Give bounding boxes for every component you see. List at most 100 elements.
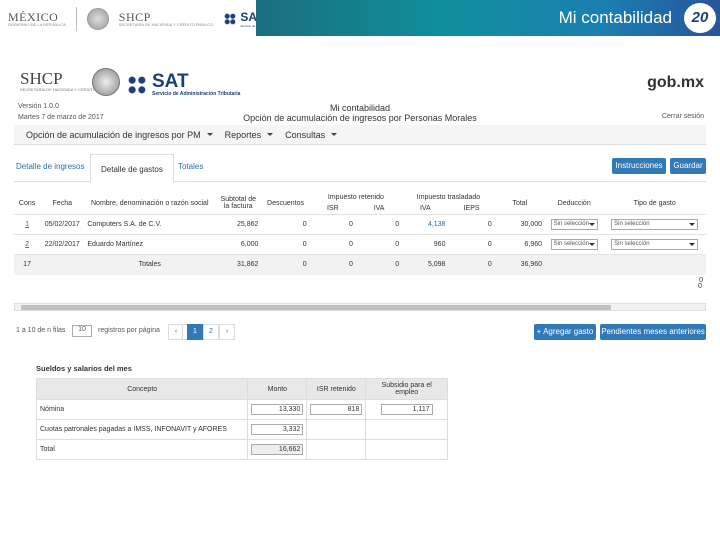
cell-total: 6,960	[524, 241, 543, 248]
cell-ieps-total: 0	[487, 261, 492, 269]
scrollbar-thumb[interactable]	[21, 305, 611, 310]
page-size-select[interactable]: 10	[72, 325, 92, 337]
cell-subtotal: 6,000	[240, 241, 259, 248]
page-1-button[interactable]: 1	[187, 324, 203, 340]
app-header: SHCP SECRETARÍA DE HACIENDA Y CRÉDITO PÚ…	[10, 62, 710, 102]
cell-subtotal: 25,862	[236, 221, 259, 228]
cell-iva-ret: 0	[395, 221, 400, 228]
gobmx-logo[interactable]: gob.mx	[647, 74, 704, 92]
extra-value: 0	[699, 277, 703, 284]
app-subheader: Versión 1.0.0 Martes 7 de marzo de 2017 …	[10, 102, 710, 124]
cell-isr-total: 0	[349, 261, 353, 269]
cell-iva-ret: 0	[395, 241, 400, 248]
cell-iva-ret-total: 0	[395, 261, 400, 269]
subsidio-input[interactable]: 1,117	[380, 404, 433, 415]
sat-logo-large: SAT Servicio de Administración Tributari…	[126, 72, 240, 97]
pagination: 1 a 10 de n filas 10 registros por págin…	[14, 324, 706, 342]
extra-row: 0	[14, 275, 706, 287]
menu-label: Consultas	[285, 129, 326, 140]
deduccion-select[interactable]: Sin selección	[550, 219, 598, 230]
cell-ieps: 0	[487, 221, 492, 228]
select-value: Sin selección	[614, 241, 650, 247]
cell-total: 30,000	[520, 221, 543, 228]
select-value: Sin selección	[614, 221, 650, 227]
page-2-button[interactable]: 2	[203, 324, 219, 340]
cell-nombre: Eduardo Martínez	[87, 241, 144, 248]
deduccion-select[interactable]: Sin selección	[550, 239, 598, 250]
sat-large-subtext: Servicio de Administración Tributaria	[152, 91, 241, 97]
tab-detalle-ingresos[interactable]: Detalle de ingresos	[16, 162, 84, 171]
tipo-gasto-select[interactable]: Sin selección	[611, 239, 699, 250]
select-value: Sin selección	[553, 241, 589, 247]
cell-cons-total: 17	[23, 261, 31, 269]
top-banner: MÉXICO GOBIERNO DE LA REPÚBLICA SHCP SEC…	[0, 0, 720, 36]
caret-down-icon	[267, 133, 274, 136]
anniversary-badge: 20	[684, 3, 716, 33]
cell-subtotal-total: 31,862	[236, 261, 259, 269]
table-row: 2 22/02/2017 Eduardo Martínez 6,000 0 0 …	[14, 234, 706, 255]
col-header-ieps: IEPS	[463, 205, 480, 212]
monto-input[interactable]: 3,332	[251, 424, 304, 435]
menu-consultas[interactable]: Consultas	[285, 129, 338, 140]
menu-label: Reportes	[224, 129, 262, 140]
menu-opcion-acumulacion[interactable]: Opción de acumulación de ingresos por PM	[26, 130, 213, 140]
next-page-button[interactable]: ›	[219, 324, 235, 340]
cell-descuentos: 0	[302, 221, 307, 228]
caret-down-icon	[331, 133, 338, 136]
col-header-fecha: Fecha	[52, 199, 72, 207]
tab-totales[interactable]: Totales	[178, 162, 203, 171]
seal-icon	[92, 68, 120, 96]
pendientes-button[interactable]: Pendientes meses anteriores	[600, 324, 706, 340]
cell-concepto: Cuotas patronales pagadas a IMSS, INFONA…	[35, 419, 249, 440]
monto-input[interactable]: 13,330	[251, 404, 304, 415]
tab-detalle-gastos[interactable]: Detalle de gastos	[90, 154, 174, 183]
table-row: Cuotas patronales pagadas a IMSS, INFONA…	[35, 419, 448, 440]
guardar-button[interactable]: Guardar	[670, 158, 706, 174]
logout-link[interactable]: Cerrar sesión	[662, 113, 704, 120]
col-header-iva-ret: IVA	[373, 205, 385, 212]
shcp-text: SHCP	[118, 9, 151, 24]
cons-link[interactable]: 2	[25, 241, 29, 248]
cell-iva-tras: 4,138	[427, 221, 446, 228]
isr-input[interactable]: 818	[310, 404, 363, 415]
banner-title: Mi contabilidad	[558, 8, 672, 27]
app-title: Mi contabilidad	[329, 103, 391, 113]
table-row: 1 05/02/2017 Computers S.A. de C.V. 25,8…	[14, 214, 706, 235]
app-subtitle: Opción de acumulación de ingresos por Pe…	[243, 113, 477, 123]
seal-icon	[86, 8, 109, 30]
sueldos-table: Concepto Monto ISR retenido Subsidio par…	[35, 378, 448, 460]
extra-value: 0	[698, 283, 702, 290]
col-header-imp-trasladado: Impuesto trasladado	[416, 194, 481, 201]
col-header-descuentos: Descuentos	[267, 199, 305, 207]
cons-link[interactable]: 1	[25, 221, 29, 228]
cell-isr: 0	[349, 221, 353, 228]
instrucciones-button[interactable]: Instrucciones	[612, 158, 666, 174]
tab-bar: Detalle de ingresos Detalle de gastos To…	[14, 154, 706, 183]
cell-descuentos-total: 0	[302, 261, 307, 269]
col-header-isr: ISR	[326, 205, 339, 212]
agregar-gasto-button[interactable]: + Agregar gasto	[534, 324, 596, 340]
mexico-text: MÉXICO	[8, 9, 59, 24]
gastos-table: Cons Fecha Nombre, denominación o razón …	[14, 192, 706, 287]
slide: MÉXICO GOBIERNO DE LA REPÚBLICA SHCP SEC…	[0, 0, 720, 540]
shcp-subtext: SECRETARÍA DE HACIENDA Y CRÉDITO PÚBLICO	[118, 21, 214, 27]
horizontal-scrollbar[interactable]	[14, 303, 706, 311]
cell-iva-tras: 960	[433, 241, 446, 248]
cell-isr: 0	[349, 241, 353, 248]
menu-reportes[interactable]: Reportes	[225, 130, 274, 140]
col-header-imp-retenido: Impuesto retenido	[327, 194, 384, 201]
col-header-tipo-gasto: Tipo de gasto	[633, 199, 676, 207]
shcp-logo: SHCP SECRETARÍA DE HACIENDA Y CRÉDITO PÚ…	[119, 11, 214, 27]
cell-concepto: Nómina	[35, 399, 249, 420]
cell-descuentos: 0	[302, 241, 307, 248]
totals-row: 17 Totales 31,862 0 0 0 5,098 0 36,960	[14, 254, 706, 275]
cell-total-total: 36,960	[520, 261, 543, 269]
tipo-gasto-select[interactable]: Sin selección	[611, 219, 699, 230]
cell-nombre: Computers S.A. de C.V.	[87, 221, 162, 228]
col-header-subtotal: Subtotal de la factura	[220, 196, 256, 210]
cell-iva-tras-total: 5,098	[427, 261, 446, 269]
sat-large-text: SAT	[152, 71, 189, 92]
banner-logos: MÉXICO GOBIERNO DE LA REPÚBLICA SHCP SEC…	[8, 4, 289, 34]
pager-info: 1 a 10 de n filas	[16, 327, 66, 334]
col-header-subsidio: Subsidio para el empleo	[365, 378, 448, 400]
